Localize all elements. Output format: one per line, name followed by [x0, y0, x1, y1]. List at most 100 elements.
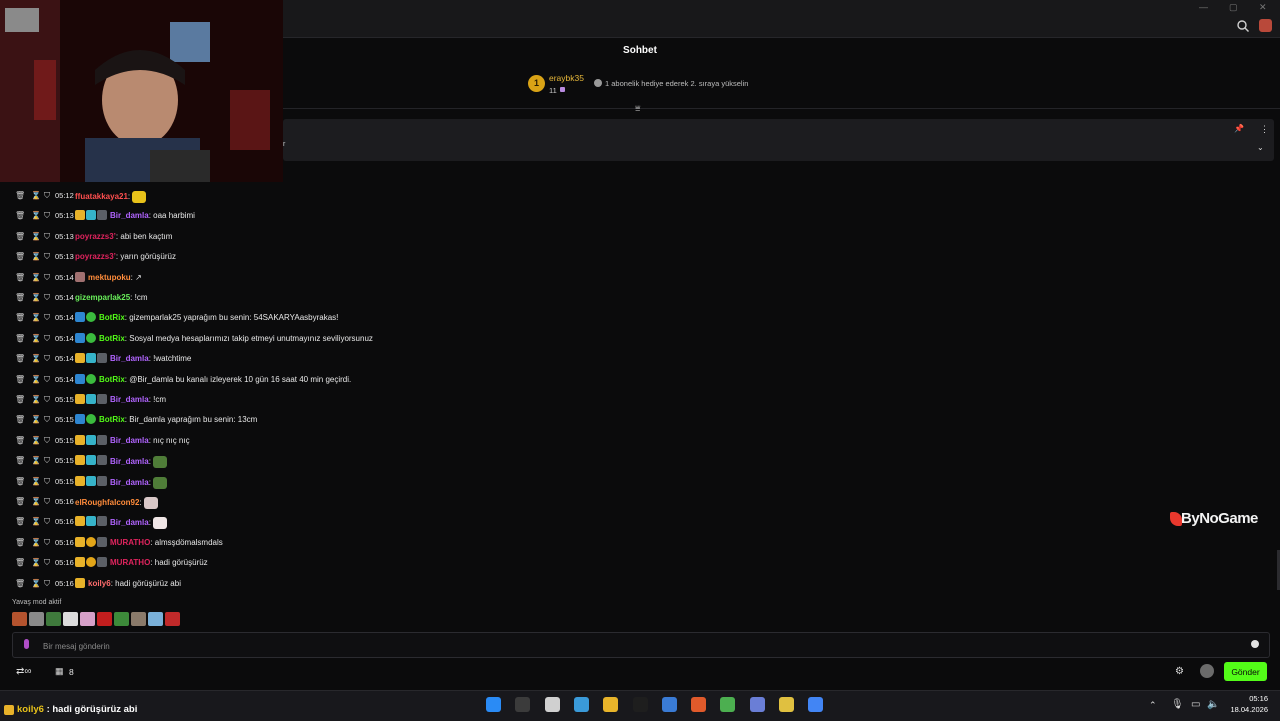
moderate-icon[interactable]: ⛉	[44, 211, 51, 220]
share-icon[interactable]: ⇄∞	[16, 666, 32, 677]
maximize-button[interactable]: ▢	[1229, 2, 1238, 13]
gift-leader-username[interactable]: eraybk35	[549, 73, 584, 83]
delete-message-icon[interactable]: 🗑	[15, 395, 25, 404]
emote-shortcut[interactable]	[29, 612, 44, 626]
timeout-icon[interactable]: ⌛	[31, 354, 41, 363]
moderate-icon[interactable]: ⛉	[44, 273, 51, 282]
moderate-icon[interactable]: ⛉	[44, 334, 51, 343]
chat-username[interactable]: Bir_damla	[110, 211, 149, 220]
delete-message-icon[interactable]: 🗑	[15, 334, 25, 343]
taskbar-app-icon[interactable]	[486, 697, 501, 712]
chat-username[interactable]: mektupoku	[88, 273, 131, 282]
taskbar-app-icon[interactable]	[632, 697, 648, 712]
timeout-icon[interactable]: ⌛	[31, 232, 41, 241]
timeout-icon[interactable]: ⌛	[31, 375, 41, 384]
taskbar-app-icon[interactable]	[544, 697, 560, 712]
taskbar-app-icon[interactable]	[515, 697, 531, 712]
moderate-icon[interactable]: ⛉	[44, 456, 51, 465]
delete-message-icon[interactable]: 🗑	[15, 579, 25, 588]
timeout-icon[interactable]: ⌛	[31, 211, 41, 220]
chat-username[interactable]: poyrazzs3’	[75, 252, 116, 261]
taskbar-app-icon[interactable]	[720, 697, 736, 712]
timeout-icon[interactable]: ⌛	[31, 334, 41, 343]
delete-message-icon[interactable]: 🗑	[15, 313, 25, 322]
timeout-icon[interactable]: ⌛	[31, 497, 41, 506]
chat-username[interactable]: Bir_damla	[110, 395, 149, 404]
chat-username[interactable]: BotRix	[99, 415, 125, 424]
emote-shortcut[interactable]	[80, 612, 95, 626]
delete-message-icon[interactable]: 🗑	[15, 497, 25, 506]
moderate-icon[interactable]: ⛉	[44, 354, 51, 363]
moderate-icon[interactable]: ⛉	[44, 191, 51, 200]
delete-message-icon[interactable]: 🗑	[15, 538, 25, 547]
moderate-icon[interactable]: ⛉	[44, 415, 51, 424]
microphone-icon[interactable]	[24, 639, 29, 649]
delete-message-icon[interactable]: 🗑	[15, 477, 25, 486]
timeout-icon[interactable]: ⌛	[31, 456, 41, 465]
expand-leaderboard-icon[interactable]: ⩸	[635, 103, 640, 114]
delete-message-icon[interactable]: 🗑	[15, 558, 25, 567]
chat-username[interactable]: gizemparlak25	[75, 293, 130, 302]
more-options-icon[interactable]: ⋮	[1260, 124, 1269, 135]
volume-icon[interactable]: 🔈	[1207, 699, 1219, 710]
emote-shortcut[interactable]	[63, 612, 78, 626]
timeout-icon[interactable]: ⌛	[31, 313, 41, 322]
chat-username[interactable]: Bir_damla	[110, 436, 149, 445]
moderate-icon[interactable]: ⛉	[44, 497, 51, 506]
delete-message-icon[interactable]: 🗑	[15, 191, 25, 200]
minimize-button[interactable]: —	[1199, 2, 1208, 12]
taskbar-app-icon[interactable]	[808, 697, 824, 712]
send-button[interactable]: Gönder	[1224, 662, 1267, 681]
extension-icon[interactable]	[1259, 19, 1272, 32]
delete-message-icon[interactable]: 🗑	[15, 211, 25, 220]
display-tray-icon[interactable]: ▭	[1191, 699, 1200, 710]
chat-username[interactable]: koily6	[88, 579, 111, 588]
delete-message-icon[interactable]: 🗑	[15, 273, 25, 282]
moderate-icon[interactable]: ⛉	[44, 538, 51, 547]
delete-message-icon[interactable]: 🗑	[15, 456, 25, 465]
chat-username[interactable]: poyrazzs3’	[75, 232, 116, 241]
chat-message-input[interactable]	[41, 633, 1235, 659]
chat-username[interactable]: ffuatakkaya21	[75, 192, 128, 201]
timeout-icon[interactable]: ⌛	[31, 273, 41, 282]
delete-message-icon[interactable]: 🗑	[15, 252, 25, 261]
emote-shortcut[interactable]	[165, 612, 180, 626]
timeout-icon[interactable]: ⌛	[31, 191, 41, 200]
pin-icon[interactable]: 📌	[1234, 124, 1244, 133]
close-button[interactable]: ✕	[1259, 2, 1267, 13]
chat-username[interactable]: MURATHO	[110, 558, 150, 567]
chat-username[interactable]: BotRix	[99, 334, 125, 343]
moderate-icon[interactable]: ⛉	[44, 436, 51, 445]
taskbar-app-icon[interactable]	[573, 697, 589, 712]
moderate-icon[interactable]: ⛉	[44, 232, 51, 241]
timeout-icon[interactable]: ⌛	[31, 579, 41, 588]
timeout-icon[interactable]: ⌛	[31, 538, 41, 547]
timeout-icon[interactable]: ⌛	[31, 436, 41, 445]
emote-shortcut[interactable]	[12, 612, 27, 626]
moderate-icon[interactable]: ⛉	[44, 375, 51, 384]
emote-shortcut[interactable]	[97, 612, 112, 626]
timeout-icon[interactable]: ⌛	[31, 252, 41, 261]
chat-username[interactable]: Bir_damla	[110, 457, 149, 466]
chat-username[interactable]: BotRix	[99, 313, 125, 322]
delete-message-icon[interactable]: 🗑	[15, 415, 25, 424]
moderate-icon[interactable]: ⛉	[44, 579, 51, 588]
chevron-down-icon[interactable]: ⌄	[1257, 143, 1264, 152]
moderate-icon[interactable]: ⛉	[44, 252, 51, 261]
taskbar-app-icon[interactable]	[691, 697, 707, 712]
pinned-message[interactable]	[283, 119, 1274, 161]
delete-message-icon[interactable]: 🗑	[15, 436, 25, 445]
taskbar-app-icon[interactable]	[749, 697, 765, 712]
timeout-icon[interactable]: ⌛	[31, 395, 41, 404]
chat-username[interactable]: MURATHO	[110, 538, 150, 547]
timeout-icon[interactable]: ⌛	[31, 517, 41, 526]
timeout-icon[interactable]: ⌛	[31, 558, 41, 567]
delete-message-icon[interactable]: 🗑	[15, 354, 25, 363]
timeout-icon[interactable]: ⌛	[31, 477, 41, 486]
taskbar-app-icon[interactable]	[779, 697, 794, 712]
emote-shortcut[interactable]	[46, 612, 61, 626]
emoji-icon[interactable]	[1251, 640, 1259, 648]
timeout-icon[interactable]: ⌛	[31, 415, 41, 424]
chat-username[interactable]: Bir_damla	[110, 354, 149, 363]
store-icon[interactable]: ▦	[55, 666, 64, 677]
